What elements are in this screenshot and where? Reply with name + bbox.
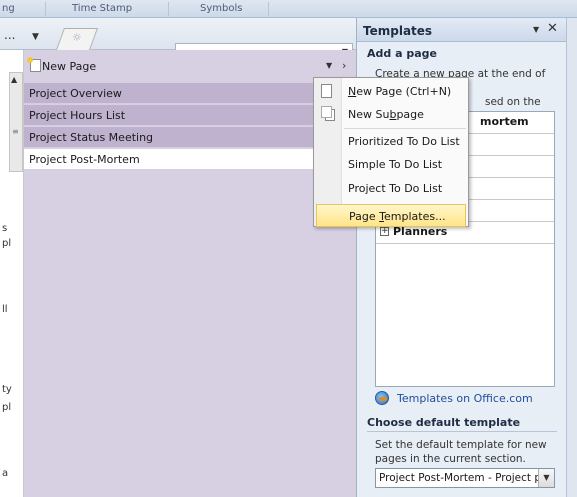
note-scrollbar[interactable]: ▲ ≡ — [9, 72, 23, 172]
menu-item-label: New Page (Ctrl+N) — [348, 85, 452, 98]
menu-item-prioritized-todo[interactable]: Prioritized To Do List — [316, 130, 466, 153]
close-icon[interactable]: ✕ — [547, 21, 558, 36]
default-template-select[interactable]: Project Post-Mortem - Project pos ▼ — [375, 468, 555, 488]
pane-options-icon[interactable]: ▼ — [533, 25, 539, 34]
note-text-fragment: ty — [2, 384, 12, 395]
menu-item-project-todo[interactable]: Project To Do List — [316, 177, 466, 200]
page-tabs-panel: New Page ▼ › Project Overview Project Ho… — [24, 50, 356, 497]
note-text-fragment: s — [2, 223, 8, 234]
menu-item-page-templates[interactable]: Page Templates... — [316, 204, 466, 227]
menu-item-label: New Subpage — [348, 108, 424, 121]
menu-item-new-subpage[interactable]: New Subpage — [316, 103, 466, 126]
divider — [367, 431, 557, 432]
ribbon-fragment[interactable]: ng — [2, 3, 15, 14]
note-text-fragment: pl — [2, 238, 12, 249]
section-tabs-row: ... ▼ ☼ ▼ — [0, 18, 356, 63]
choose-default-description: Set the default template for new pages i… — [375, 439, 547, 465]
templates-title: Templates — [363, 24, 433, 38]
new-page-context-menu: New Page (Ctrl+N) New Subpage Prioritize… — [313, 77, 469, 227]
office-globe-icon — [375, 391, 389, 405]
note-text-fragment: a — [2, 468, 9, 479]
scroll-pages-right-icon[interactable]: › — [342, 59, 346, 72]
ribbon-symbols[interactable]: Symbols — [200, 3, 242, 14]
page-tab-project-overview[interactable]: Project Overview — [24, 83, 314, 104]
new-subpage-icon — [321, 106, 335, 121]
menu-separator — [344, 128, 466, 129]
window-right-edge — [566, 18, 577, 497]
new-page-icon — [321, 84, 332, 98]
new-page-icon — [27, 57, 41, 72]
menu-item-label: Page Templates... — [349, 210, 446, 223]
template-row-label: mortem — [480, 115, 529, 128]
templates-titlebar: Templates ▼ ✕ — [357, 18, 567, 42]
default-template-value: Project Post-Mortem - Project pos — [379, 472, 539, 484]
note-text-fragment: pl — [2, 402, 12, 413]
new-page-row[interactable]: New Page ▼ › — [24, 56, 356, 78]
scroll-up-icon[interactable]: ▲ — [11, 75, 17, 84]
page-tab-project-status-meeting[interactable]: Project Status Meeting — [24, 127, 314, 148]
ribbon-separator — [45, 2, 46, 16]
ribbon-separator — [168, 2, 169, 16]
more-sections-button[interactable]: ... — [4, 28, 15, 42]
choose-default-heading: Choose default template — [367, 416, 521, 429]
expand-plus-icon[interactable]: + — [380, 227, 389, 236]
page-tab-project-post-mortem[interactable]: Project Post-Mortem — [24, 149, 314, 170]
page-tab-project-hours-list[interactable]: Project Hours List — [24, 105, 314, 126]
new-page-button[interactable]: New Page — [42, 60, 96, 73]
scroll-grip-icon[interactable]: ≡ — [12, 127, 19, 136]
note-text-fragment: ll — [2, 304, 8, 315]
new-page-dropdown-icon[interactable]: ▼ — [326, 61, 332, 70]
new-section-icon: ☼ — [72, 31, 82, 44]
ribbon-separator — [268, 2, 269, 16]
note-area-edge: ▲ ≡ s pl ll ty pl a — [0, 18, 24, 497]
section-dropdown-icon[interactable]: ▼ — [32, 32, 39, 42]
templates-on-office-link[interactable]: Templates on Office.com — [397, 392, 533, 405]
menu-item-new-page[interactable]: New Page (Ctrl+N) — [316, 80, 466, 103]
menu-item-simple-todo[interactable]: Simple To Do List — [316, 153, 466, 176]
ribbon-strip: ng Time Stamp Symbols — [0, 0, 577, 18]
chevron-down-icon[interactable]: ▼ — [538, 469, 554, 487]
add-page-heading: Add a page — [367, 47, 437, 60]
ribbon-time-stamp[interactable]: Time Stamp — [72, 3, 132, 14]
